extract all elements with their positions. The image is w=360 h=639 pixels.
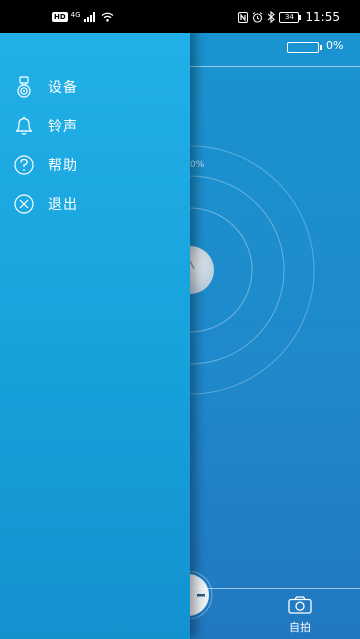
- device-battery-icon: [287, 42, 322, 53]
- nfc-icon: [238, 11, 249, 23]
- menu-item-device[interactable]: 设备: [12, 75, 172, 99]
- exit-icon: [12, 192, 36, 216]
- menu-item-help[interactable]: 帮助: [12, 153, 172, 177]
- camera-icon: [288, 596, 312, 614]
- device-icon: [12, 75, 36, 99]
- status-time: 11:55: [305, 10, 340, 24]
- signal-icon: [83, 12, 95, 22]
- side-drawer: 设备 铃声 帮助 退出: [0, 28, 190, 639]
- selfie-label: 自拍: [289, 621, 311, 634]
- bluetooth-icon: [268, 11, 276, 23]
- bottom-bar: 自拍: [190, 588, 360, 639]
- menu-label-exit: 退出: [48, 197, 78, 213]
- status-right-group: 34 11:55: [238, 9, 340, 25]
- connect-knob[interactable]: [190, 246, 214, 294]
- help-icon: [12, 153, 36, 177]
- status-bar: HD 4G 34 11:55: [0, 0, 360, 33]
- header-divider: [190, 66, 360, 67]
- wifi-icon: [101, 12, 113, 22]
- selfie-button[interactable]: 自拍: [286, 596, 314, 635]
- menu-label-ringtone: 铃声: [48, 119, 78, 135]
- status-battery-icon: 34: [279, 11, 302, 23]
- network-type: 4G: [70, 11, 81, 19]
- menu-item-exit[interactable]: 退出: [12, 192, 172, 216]
- menu-label-device: 设备: [48, 80, 78, 96]
- status-left-group: HD 4G: [52, 10, 114, 24]
- device-battery-percent: 0%: [326, 39, 344, 52]
- bell-icon: [12, 114, 36, 138]
- menu-item-ringtone[interactable]: 铃声: [12, 114, 172, 138]
- alarm-icon: [253, 11, 263, 23]
- menu-label-help: 帮助: [48, 158, 78, 174]
- radar-rings: [190, 145, 315, 395]
- hd-badge: HD: [52, 12, 68, 22]
